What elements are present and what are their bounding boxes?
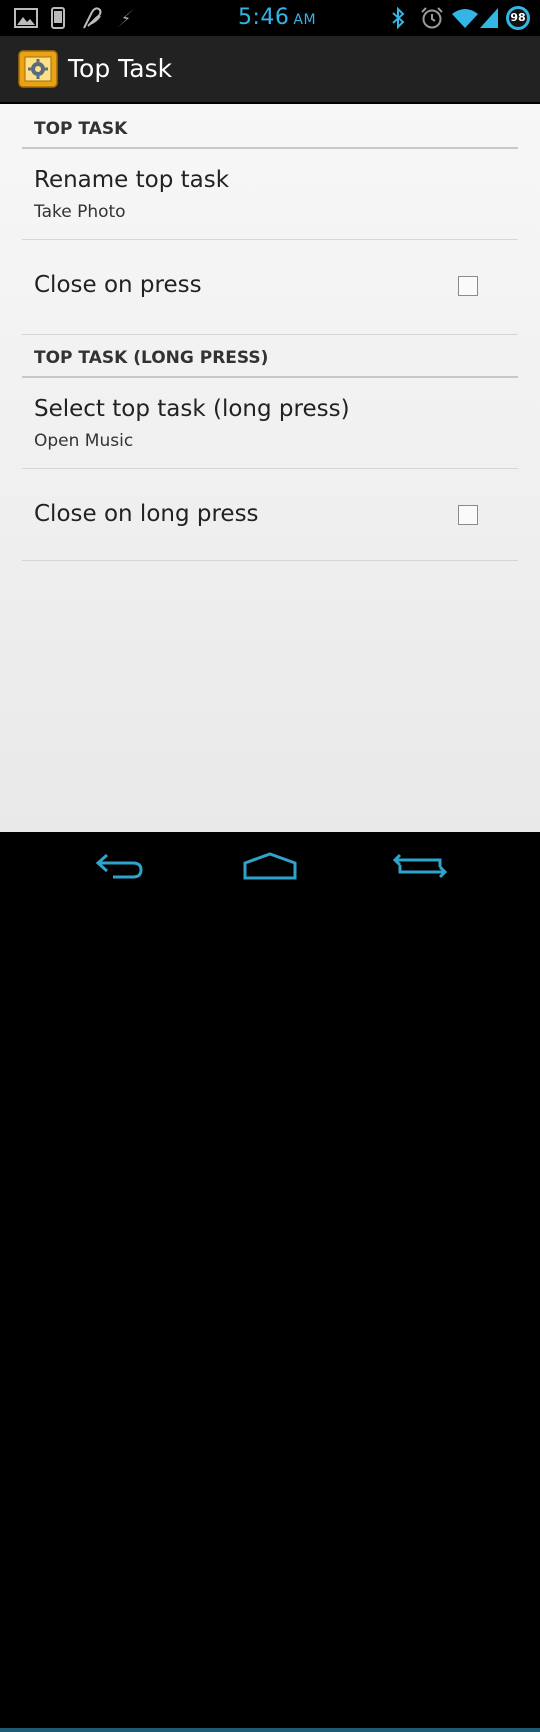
- section-header-long-press: TOP TASK (LONG PRESS): [22, 335, 518, 378]
- pref-title: Select top task (long press): [34, 396, 350, 422]
- bluetooth-icon: [389, 6, 407, 30]
- gallery-icon: [14, 6, 38, 30]
- pref-summary: Open Music: [34, 431, 134, 451]
- action-bar: Top Task: [0, 36, 540, 104]
- alarm-icon: [419, 6, 445, 30]
- signature-icon: [80, 6, 104, 30]
- section-header-label: TOP TASK (LONG PRESS): [34, 348, 269, 368]
- pref-rename-top-task[interactable]: Rename top task Take Photo: [22, 149, 518, 240]
- pref-close-on-long-press[interactable]: Close on long press: [22, 469, 518, 561]
- pref-select-top-task-long-press[interactable]: Select top task (long press) Open Music: [22, 378, 518, 469]
- preferences-list: TOP TASK Rename top task Take Photo Clos…: [0, 104, 540, 832]
- phone-icon: [50, 6, 66, 30]
- home-icon[interactable]: [230, 846, 310, 886]
- pref-close-on-press[interactable]: Close on press: [22, 240, 518, 335]
- back-icon[interactable]: [80, 846, 160, 886]
- pref-summary: Take Photo: [34, 202, 126, 222]
- pref-title: Close on long press: [34, 501, 259, 527]
- close-on-long-press-checkbox[interactable]: [458, 505, 478, 525]
- wifi-icon: [451, 6, 479, 30]
- section-header-top-task: TOP TASK: [22, 104, 518, 149]
- cell-signal-icon: [478, 6, 500, 30]
- settings-gear-icon[interactable]: [18, 49, 58, 89]
- nav-bar-edge: [0, 1728, 540, 1732]
- clock: 5:46 AM: [238, 5, 317, 30]
- pref-title: Rename top task: [34, 167, 230, 193]
- navigation-bar: [0, 832, 540, 1732]
- lightning-icon: [114, 6, 138, 30]
- battery-icon: 98: [505, 5, 531, 31]
- app-title: Top Task: [68, 54, 173, 83]
- pref-title: Close on press: [34, 272, 202, 298]
- status-bar: 5:46 AM 98: [0, 0, 540, 36]
- battery-level: 98: [510, 11, 526, 24]
- close-on-press-checkbox[interactable]: [458, 276, 478, 296]
- section-header-label: TOP TASK: [34, 119, 128, 139]
- recent-apps-icon[interactable]: [380, 846, 460, 886]
